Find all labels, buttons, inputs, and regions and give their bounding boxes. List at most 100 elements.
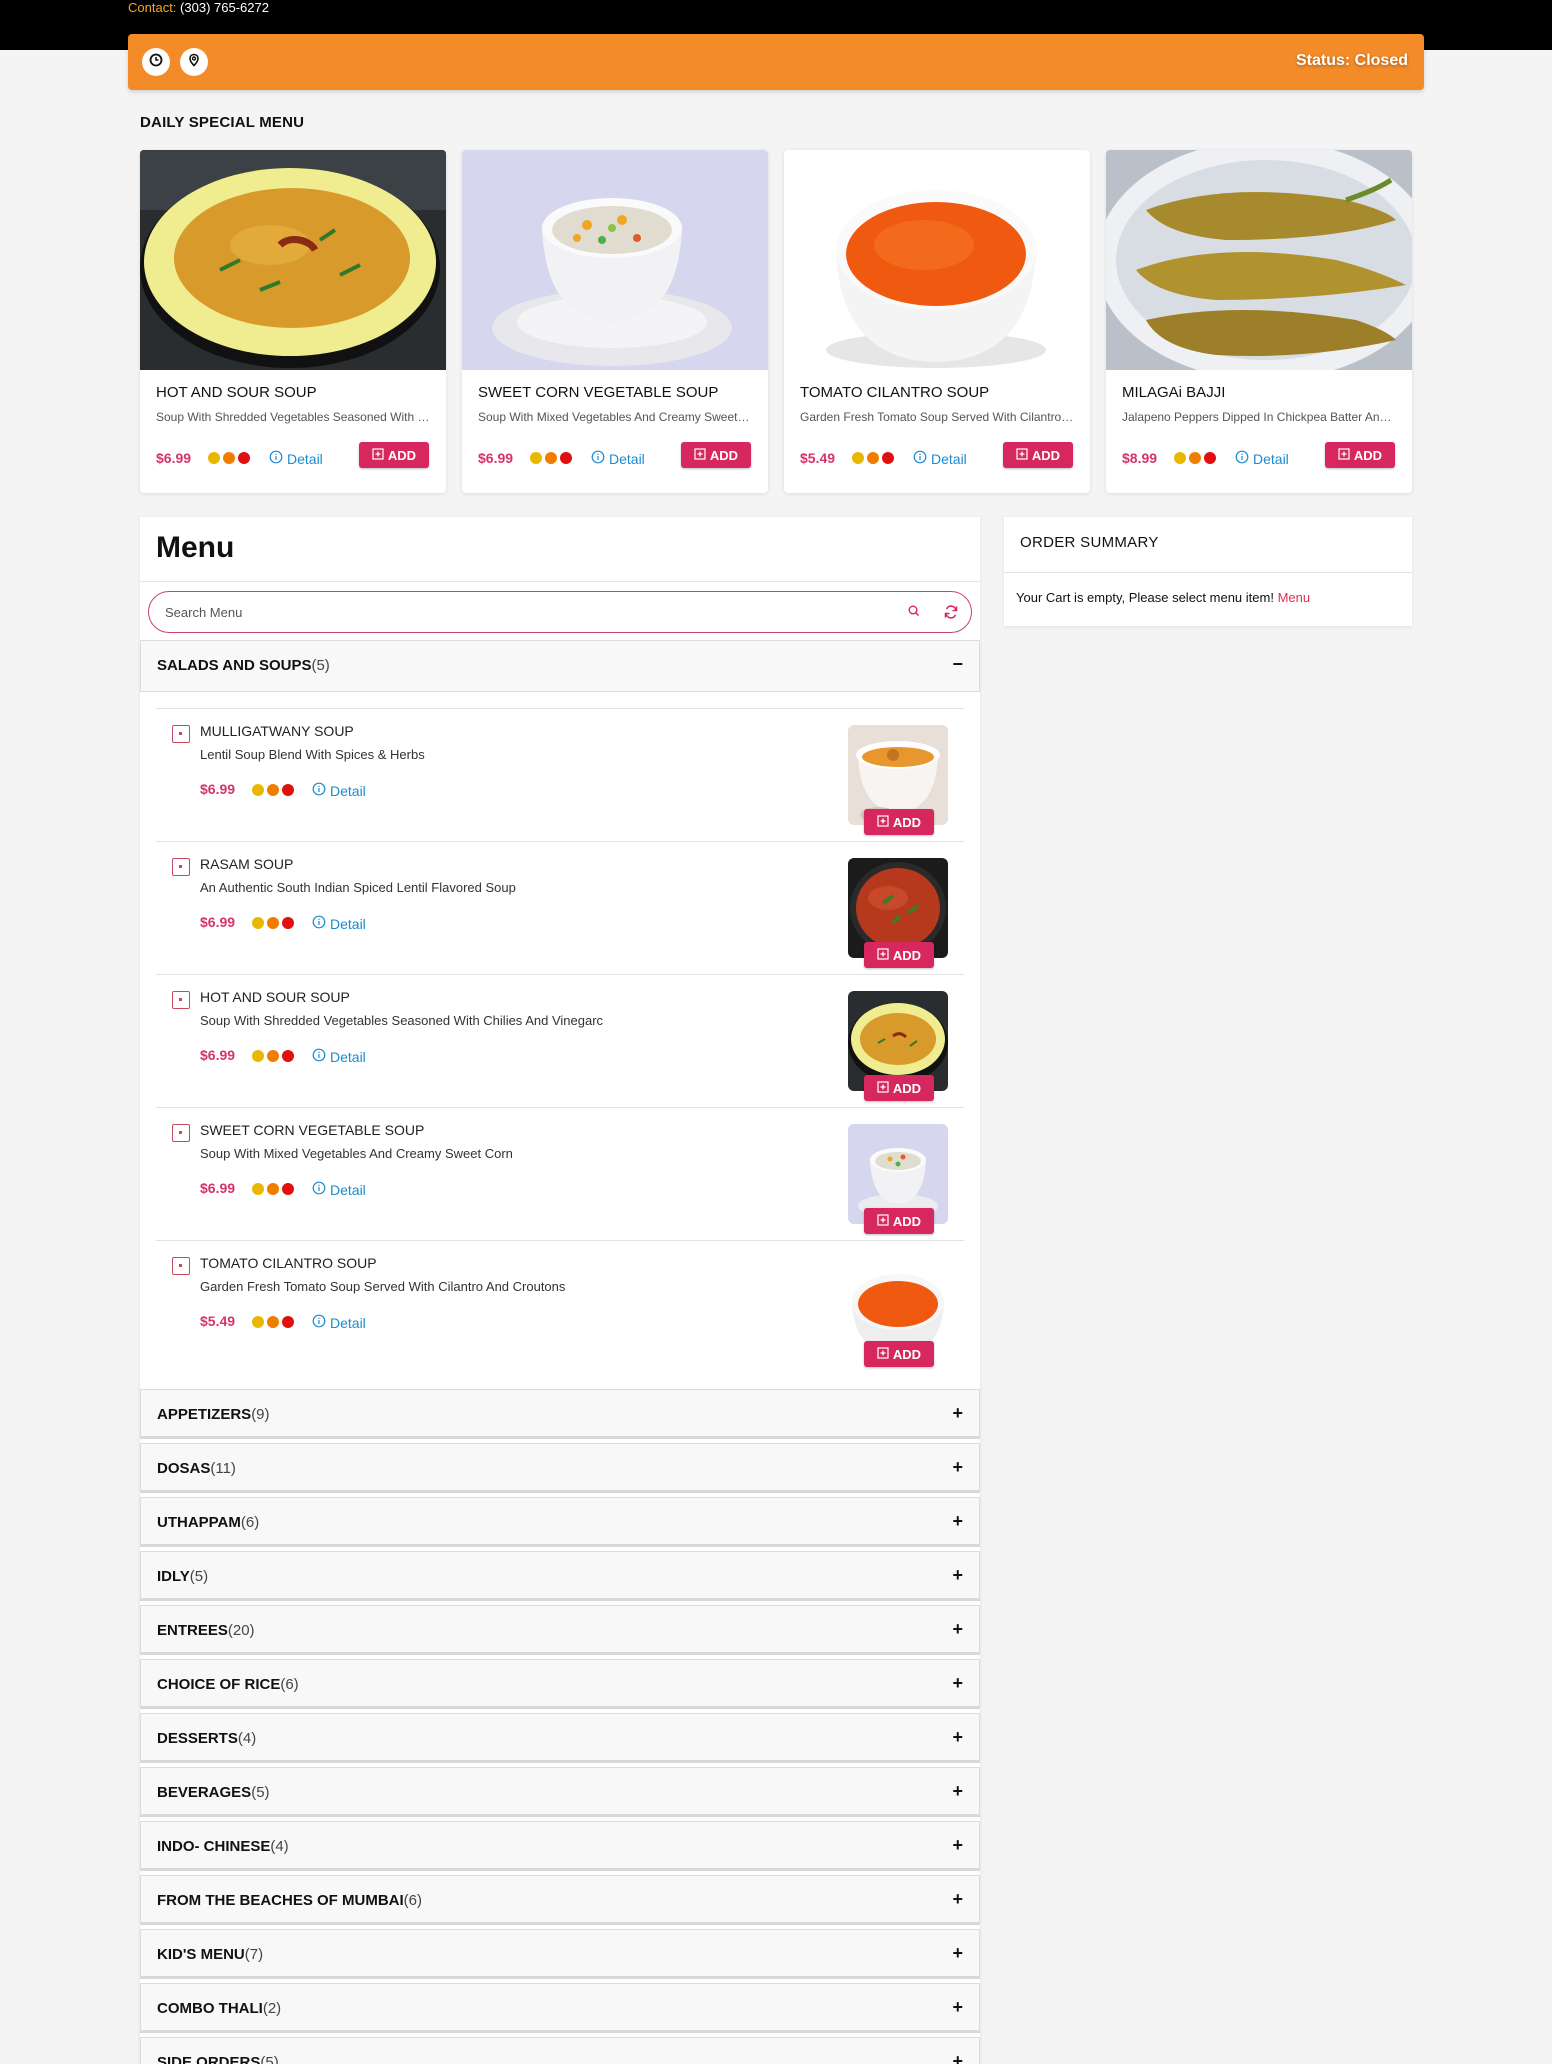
- expand-toggle[interactable]: +: [952, 1997, 963, 2018]
- expand-toggle[interactable]: +: [952, 1889, 963, 1910]
- order-summary-panel: ORDER SUMMARY Your Cart is empty, Please…: [1004, 517, 1412, 626]
- dish-image: [140, 150, 446, 370]
- dish-name: MILAGAi BAJJI: [1122, 384, 1226, 401]
- dish-image: [462, 150, 768, 370]
- detail-label: Detail: [330, 1181, 366, 1198]
- add-button[interactable]: ADD: [359, 442, 429, 468]
- add-button[interactable]: ADD: [864, 1341, 934, 1367]
- category-label: COMBO THALI(2): [157, 2000, 281, 2017]
- special-card[interactable]: HOT AND SOUR SOUP Soup With Shredded Veg…: [140, 150, 446, 493]
- category-header[interactable]: INDO- CHINESE(4) +: [140, 1821, 980, 1871]
- expand-toggle[interactable]: +: [952, 1727, 963, 1748]
- detail-link[interactable]: Detail: [913, 450, 967, 467]
- category-header[interactable]: ENTREES(20) +: [140, 1605, 980, 1655]
- item-description: Soup With Shredded Vegetables Seasoned W…: [200, 1013, 604, 1028]
- daily-special-title: DAILY SPECIAL MENU: [140, 114, 305, 131]
- hours-button[interactable]: [142, 48, 170, 76]
- divider: [1004, 572, 1412, 573]
- category-header[interactable]: IDLY(5) +: [140, 1551, 980, 1601]
- add-button[interactable]: ADD: [864, 809, 934, 835]
- expand-toggle[interactable]: +: [952, 2051, 963, 2064]
- category-header[interactable]: KID'S MENU(7) +: [140, 1929, 980, 1979]
- detail-link[interactable]: Detail: [312, 1314, 366, 1331]
- store-status: Status: Closed: [1295, 52, 1408, 69]
- category-name: KID'S MENU: [157, 1946, 245, 1963]
- category-header[interactable]: SIDE ORDERS(5) +: [140, 2037, 980, 2064]
- expand-toggle[interactable]: +: [952, 1511, 963, 1532]
- expand-toggle[interactable]: +: [952, 1403, 963, 1424]
- category-name: FROM THE BEACHES OF MUMBAI: [157, 1892, 404, 1909]
- collapse-toggle[interactable]: −: [952, 654, 963, 675]
- add-button[interactable]: ADD: [681, 442, 751, 468]
- veg-indicator-icon: [172, 991, 190, 1009]
- detail-link[interactable]: Detail: [312, 1048, 366, 1065]
- category-header[interactable]: BEVERAGES(5) +: [140, 1767, 980, 1817]
- detail-link[interactable]: Detail: [269, 450, 323, 467]
- info-icon: [913, 450, 927, 467]
- empty-cart-message: Your Cart is empty, Please select menu i…: [1016, 590, 1310, 605]
- category-header[interactable]: COMBO THALI(2) +: [140, 1983, 980, 2033]
- expand-toggle[interactable]: +: [952, 1781, 963, 1802]
- item-price: $6.99: [200, 1047, 236, 1063]
- detail-link[interactable]: Detail: [312, 782, 366, 799]
- divider: [140, 581, 980, 582]
- add-button[interactable]: ADD: [864, 1208, 934, 1234]
- search-input[interactable]: Search Menu: [165, 605, 242, 620]
- add-label: ADD: [1353, 447, 1383, 463]
- category-header[interactable]: APPETIZERS(9) +: [140, 1389, 980, 1439]
- expand-toggle[interactable]: +: [952, 1943, 963, 1964]
- expand-toggle[interactable]: +: [952, 1565, 963, 1586]
- item-name: RASAM SOUP: [200, 856, 294, 872]
- detail-label: Detail: [330, 1048, 366, 1065]
- plus-square-icon: [877, 814, 889, 830]
- plus-square-icon: [372, 447, 384, 463]
- refresh-icon[interactable]: [943, 604, 959, 625]
- spice-level: [252, 1183, 294, 1195]
- detail-link[interactable]: Detail: [1235, 450, 1289, 467]
- special-card[interactable]: SWEET CORN VEGETABLE SOUP Soup With Mixe…: [462, 150, 768, 493]
- category-label: FROM THE BEACHES OF MUMBAI(6): [157, 1892, 422, 1909]
- expand-toggle[interactable]: +: [952, 1457, 963, 1478]
- detail-link[interactable]: Detail: [591, 450, 645, 467]
- menu-link[interactable]: Menu: [1278, 590, 1311, 605]
- plus-square-icon: [877, 1080, 889, 1096]
- detail-link[interactable]: Detail: [312, 1181, 366, 1198]
- expand-toggle[interactable]: +: [952, 1835, 963, 1856]
- item-name: MULLIGATWANY SOUP: [200, 723, 354, 739]
- add-button[interactable]: ADD: [864, 1075, 934, 1101]
- add-button[interactable]: ADD: [1003, 442, 1073, 468]
- add-label: ADD: [892, 1346, 922, 1362]
- special-card[interactable]: MILAGAi BAJJI Jalapeno Peppers Dipped In…: [1106, 150, 1412, 493]
- menu-item: SWEET CORN VEGETABLE SOUP Soup With Mixe…: [156, 1107, 964, 1240]
- expand-toggle[interactable]: +: [952, 1673, 963, 1694]
- info-icon: [312, 782, 326, 799]
- category-header[interactable]: UTHAPPAM(6) +: [140, 1497, 980, 1547]
- category-label: CHOICE OF RICE(6): [157, 1676, 299, 1693]
- info-icon: [312, 1048, 326, 1065]
- search-icon[interactable]: [907, 604, 921, 623]
- add-button[interactable]: ADD: [864, 942, 934, 968]
- spice-level: [252, 1316, 294, 1328]
- category-header-salads-and-soups[interactable]: SALADS AND SOUPS(5) −: [140, 640, 980, 692]
- category-count: (5): [260, 2054, 279, 2064]
- add-label: ADD: [892, 1080, 922, 1096]
- add-label: ADD: [892, 814, 922, 830]
- special-card[interactable]: TOMATO CILANTRO SOUP Garden Fresh Tomato…: [784, 150, 1090, 493]
- expand-toggle[interactable]: +: [952, 1619, 963, 1640]
- category-label: ENTREES(20): [157, 1622, 255, 1639]
- category-header[interactable]: CHOICE OF RICE(6) +: [140, 1659, 980, 1709]
- detail-label: Detail: [330, 1314, 366, 1331]
- category-header[interactable]: DOSAS(11) +: [140, 1443, 980, 1493]
- detail-link[interactable]: Detail: [312, 915, 366, 932]
- item-name: HOT AND SOUR SOUP: [200, 989, 350, 1005]
- category-header[interactable]: DESSERTS(4) +: [140, 1713, 980, 1763]
- item-description: Lentil Soup Blend With Spices & Herbs: [200, 747, 425, 762]
- menu-item: HOT AND SOUR SOUP Soup With Shredded Veg…: [156, 974, 964, 1107]
- dish-price: $6.99: [156, 450, 192, 466]
- location-button[interactable]: [180, 48, 208, 76]
- category-header[interactable]: FROM THE BEACHES OF MUMBAI(6) +: [140, 1875, 980, 1925]
- detail-label: Detail: [931, 450, 967, 467]
- menu-item: MULLIGATWANY SOUP Lentil Soup Blend With…: [156, 708, 964, 841]
- contact-phone[interactable]: (303) 765-6272: [180, 0, 269, 15]
- add-button[interactable]: ADD: [1325, 442, 1395, 468]
